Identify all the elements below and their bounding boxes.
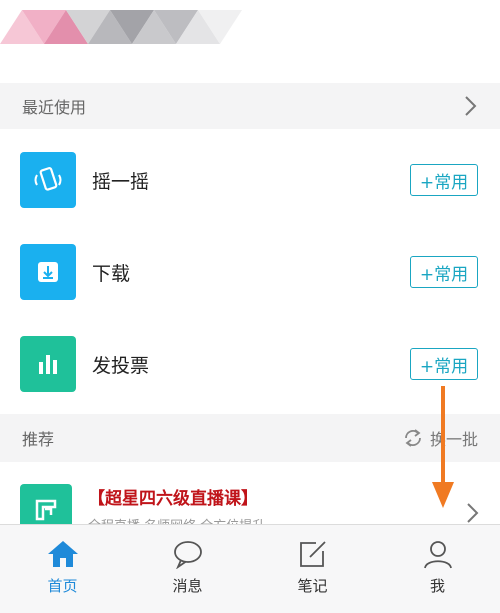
list-item-vote[interactable]: 发投票 +常用	[0, 318, 500, 410]
tab-messages[interactable]: 消息	[125, 525, 250, 613]
list-item-label: 发投票	[92, 354, 150, 377]
refresh-icon	[405, 429, 421, 447]
recommended-item-text: 【超星四六级直播课】 全程直播 名师网络 全方位提升	[88, 484, 466, 524]
download-icon	[20, 244, 76, 300]
list-item-label: 下载	[92, 262, 131, 285]
course-logo-icon	[20, 484, 72, 524]
tab-label: 笔记	[297, 577, 328, 595]
message-bubble-icon	[173, 541, 202, 569]
list-item-label: 摇一摇	[92, 170, 150, 193]
bar-chart-icon	[20, 336, 76, 392]
tab-label: 消息	[172, 577, 203, 595]
recommended-item-title: 【超星四六级直播课】	[88, 489, 258, 509]
tab-label: 我	[429, 577, 445, 595]
annotation-arrow-icon	[432, 386, 454, 508]
recommend-section-title: 推荐	[22, 430, 55, 449]
list-item-shake[interactable]: 摇一摇 +常用	[0, 134, 500, 226]
tab-home[interactable]: 首页	[0, 525, 125, 613]
decorative-triangles	[0, 10, 242, 44]
tab-label: 首页	[47, 577, 78, 595]
note-edit-icon	[299, 541, 326, 567]
bottom-tab-bar: 首页 消息 笔记 我	[0, 524, 500, 613]
recommend-section-header: 推荐 换一批	[0, 414, 500, 462]
list-item-download[interactable]: 下载 +常用	[0, 226, 500, 318]
recommended-item[interactable]: 【超星四六级直播课】 全程直播 名师网络 全方位提升	[0, 462, 500, 524]
chevron-right-icon[interactable]	[466, 502, 480, 524]
home-icon	[47, 541, 78, 567]
header-decoration	[0, 0, 500, 80]
add-favorite-button[interactable]: +常用	[410, 348, 478, 380]
shake-phone-icon	[20, 152, 76, 208]
recent-section-title: 最近使用	[22, 98, 87, 117]
tab-notes[interactable]: 笔记	[250, 525, 375, 613]
recent-section-header[interactable]: 最近使用	[0, 83, 500, 129]
add-favorite-button[interactable]: +常用	[410, 256, 478, 288]
person-icon	[423, 541, 452, 569]
tab-me[interactable]: 我	[375, 525, 500, 613]
add-favorite-button[interactable]: +常用	[410, 164, 478, 196]
recommended-item-subtitle: 全程直播 名师网络 全方位提升	[88, 515, 466, 524]
chevron-right-icon[interactable]	[464, 95, 478, 117]
